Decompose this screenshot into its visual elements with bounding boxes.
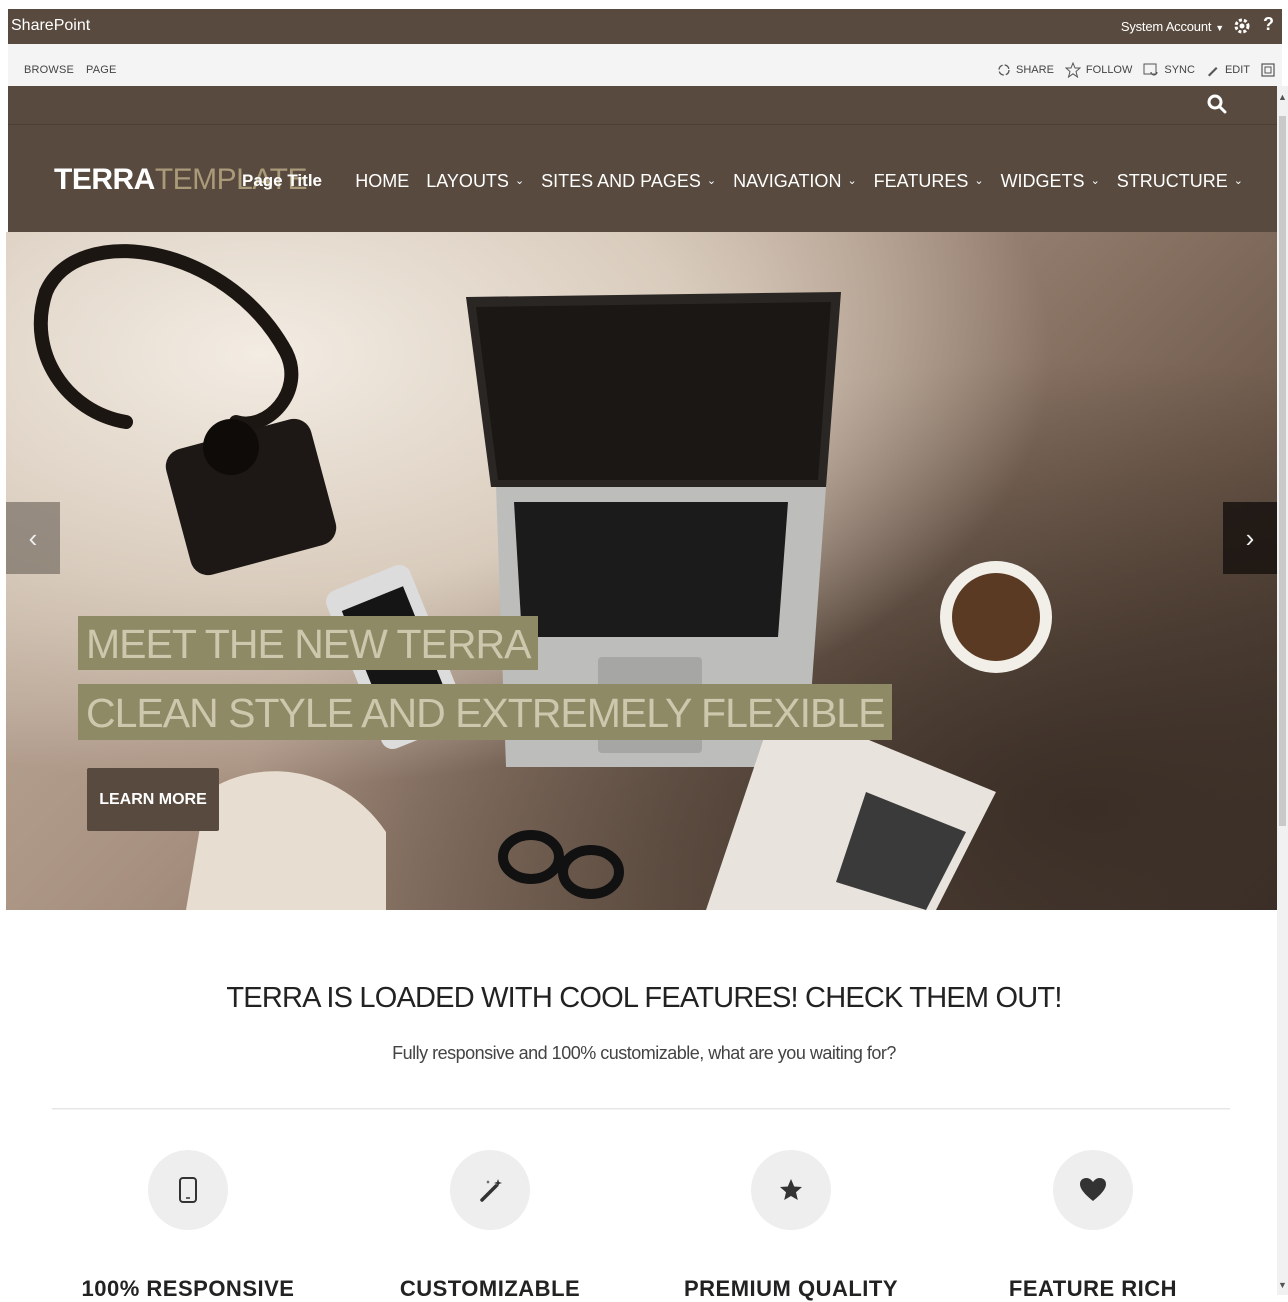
feature-customizable: CUSTOMIZABLE <box>340 1150 640 1302</box>
sync-label: SYNC <box>1164 64 1195 76</box>
chevron-right-icon: › <box>1245 522 1255 553</box>
search-icon[interactable] <box>1207 94 1227 119</box>
star-icon <box>780 1179 802 1200</box>
focus-on-content-button[interactable] <box>1261 63 1280 77</box>
main-nav: HOME LAYOUTS ⌄ SITES AND PAGES ⌄ NAVIGATIO… <box>338 171 1243 192</box>
tab-page[interactable]: PAGE <box>86 64 117 76</box>
gear-icon[interactable] <box>1232 16 1252 36</box>
hero-caption-line1: MEET THE NEW TERRA <box>78 616 539 670</box>
chevron-down-icon: ⌄ <box>706 175 717 187</box>
heart-icon <box>1080 1178 1106 1201</box>
follow-label: FOLLOW <box>1085 64 1133 76</box>
chevron-down-icon: ⌄ <box>847 175 857 187</box>
learn-more-button[interactable]: LEARN MORE <box>87 768 219 831</box>
section-divider <box>52 1108 1230 1110</box>
chevron-down-icon: ⌄ <box>974 175 984 187</box>
feature-rich: FEATURE RICH <box>943 1150 1243 1302</box>
pencil-icon <box>1207 67 1218 77</box>
search-strip <box>8 86 1277 125</box>
tab-browse[interactable]: BROWSE <box>24 64 74 76</box>
nav-item-home[interactable]: HOME <box>355 171 409 192</box>
nav-label: FEATURES <box>873 171 969 191</box>
sharepoint-brand[interactable]: SharePoint <box>11 17 90 35</box>
feature-label: FEATURE RICH <box>1008 1276 1178 1301</box>
caret-down-icon: ▼ <box>1215 23 1224 33</box>
slider-prev-button[interactable]: ‹ <box>6 502 60 574</box>
ribbon: BROWSE PAGE SHARE FOLLOW SYNC EDIT <box>8 44 1282 86</box>
feature-icon-circle <box>751 1150 831 1230</box>
feature-icon-circle <box>1053 1150 1133 1230</box>
nav-label: WIDGETS <box>1000 171 1085 191</box>
scroll-up-icon[interactable]: ▲ <box>1278 92 1287 102</box>
nav-label: LAYOUTS <box>426 171 509 191</box>
share-label: SHARE <box>1016 64 1054 76</box>
nav-item-features[interactable]: FEATURES ⌄ <box>874 171 984 192</box>
nav-item-structure[interactable]: STRUCTURE ⌄ <box>1117 171 1243 192</box>
nav-label: HOME <box>355 171 410 191</box>
feature-icon-circle <box>148 1150 228 1230</box>
nav-item-widgets[interactable]: WIDGETS ⌄ <box>1001 171 1100 192</box>
scrollbar-thumb[interactable] <box>1279 116 1286 826</box>
chevron-down-icon: ⌄ <box>1233 175 1243 187</box>
site-header: TERRATEMPLATE Page Title HOME LAYOUTS ⌄ S… <box>8 125 1277 232</box>
share-icon <box>998 64 1010 76</box>
page-title: Page Title <box>242 171 322 190</box>
share-button[interactable]: SHARE <box>997 63 1054 77</box>
ribbon-actions: SHARE FOLLOW SYNC EDIT <box>997 62 1282 78</box>
suite-bar: SharePoint System Account ▼ ? <box>8 9 1282 44</box>
nav-item-layouts[interactable]: LAYOUTS ⌄ <box>426 171 524 192</box>
edit-label: EDIT <box>1224 64 1250 76</box>
sync-button[interactable]: SYNC <box>1143 62 1195 78</box>
magic-wand-icon <box>480 1179 502 1202</box>
feature-responsive: 100% RESPONSIVE <box>38 1150 338 1302</box>
feature-icon-circle <box>450 1150 530 1230</box>
account-menu[interactable]: System Account ▼ <box>1121 19 1224 34</box>
follow-button[interactable]: FOLLOW <box>1064 62 1133 78</box>
edit-button[interactable]: EDIT <box>1206 63 1250 77</box>
vertical-scrollbar[interactable]: ▲ ▼ <box>1277 86 1288 1295</box>
account-name: System Account <box>1120 19 1212 34</box>
features-heading: TERRA IS LOADED WITH COOL FEATURES! CHEC… <box>226 982 1062 1014</box>
chevron-down-icon: ⌄ <box>514 175 525 187</box>
nav-label: NAVIGATION <box>733 171 842 191</box>
logo-bold-text: TERRA <box>54 163 155 196</box>
tablet-icon <box>179 1177 197 1203</box>
sync-icon <box>1143 63 1158 76</box>
chevron-left-icon: ‹ <box>28 522 38 553</box>
nav-label: SITES AND PAGES <box>541 171 701 191</box>
chevron-down-icon: ⌄ <box>1090 175 1100 187</box>
hero-caption-line2: CLEAN STYLE AND EXTREMELY FLEXIBLE <box>78 684 893 740</box>
nav-label: STRUCTURE <box>1116 171 1228 191</box>
hero-slider: ‹ › MEET THE NEW TERRA CLEAN STYLE AND E… <box>6 232 1277 910</box>
nav-item-navigation[interactable]: NAVIGATION ⌄ <box>733 171 857 192</box>
scroll-down-icon[interactable]: ▼ <box>1278 1280 1287 1290</box>
feature-label: CUSTOMIZABLE <box>399 1276 581 1301</box>
slider-next-button[interactable]: › <box>1223 502 1277 574</box>
feature-label: PREMIUM QUALITY <box>683 1276 899 1301</box>
nav-item-sites-and-pages[interactable]: SITES AND PAGES ⌄ <box>541 171 716 192</box>
feature-label: 100% RESPONSIVE <box>81 1276 295 1301</box>
star-outline-icon <box>1064 62 1081 78</box>
features-subheading: Fully responsive and 100% customizable, … <box>392 1043 896 1063</box>
feature-premium-quality: PREMIUM QUALITY <box>641 1150 941 1302</box>
help-icon[interactable]: ? <box>1263 14 1274 35</box>
fullscreen-icon <box>1261 63 1275 77</box>
